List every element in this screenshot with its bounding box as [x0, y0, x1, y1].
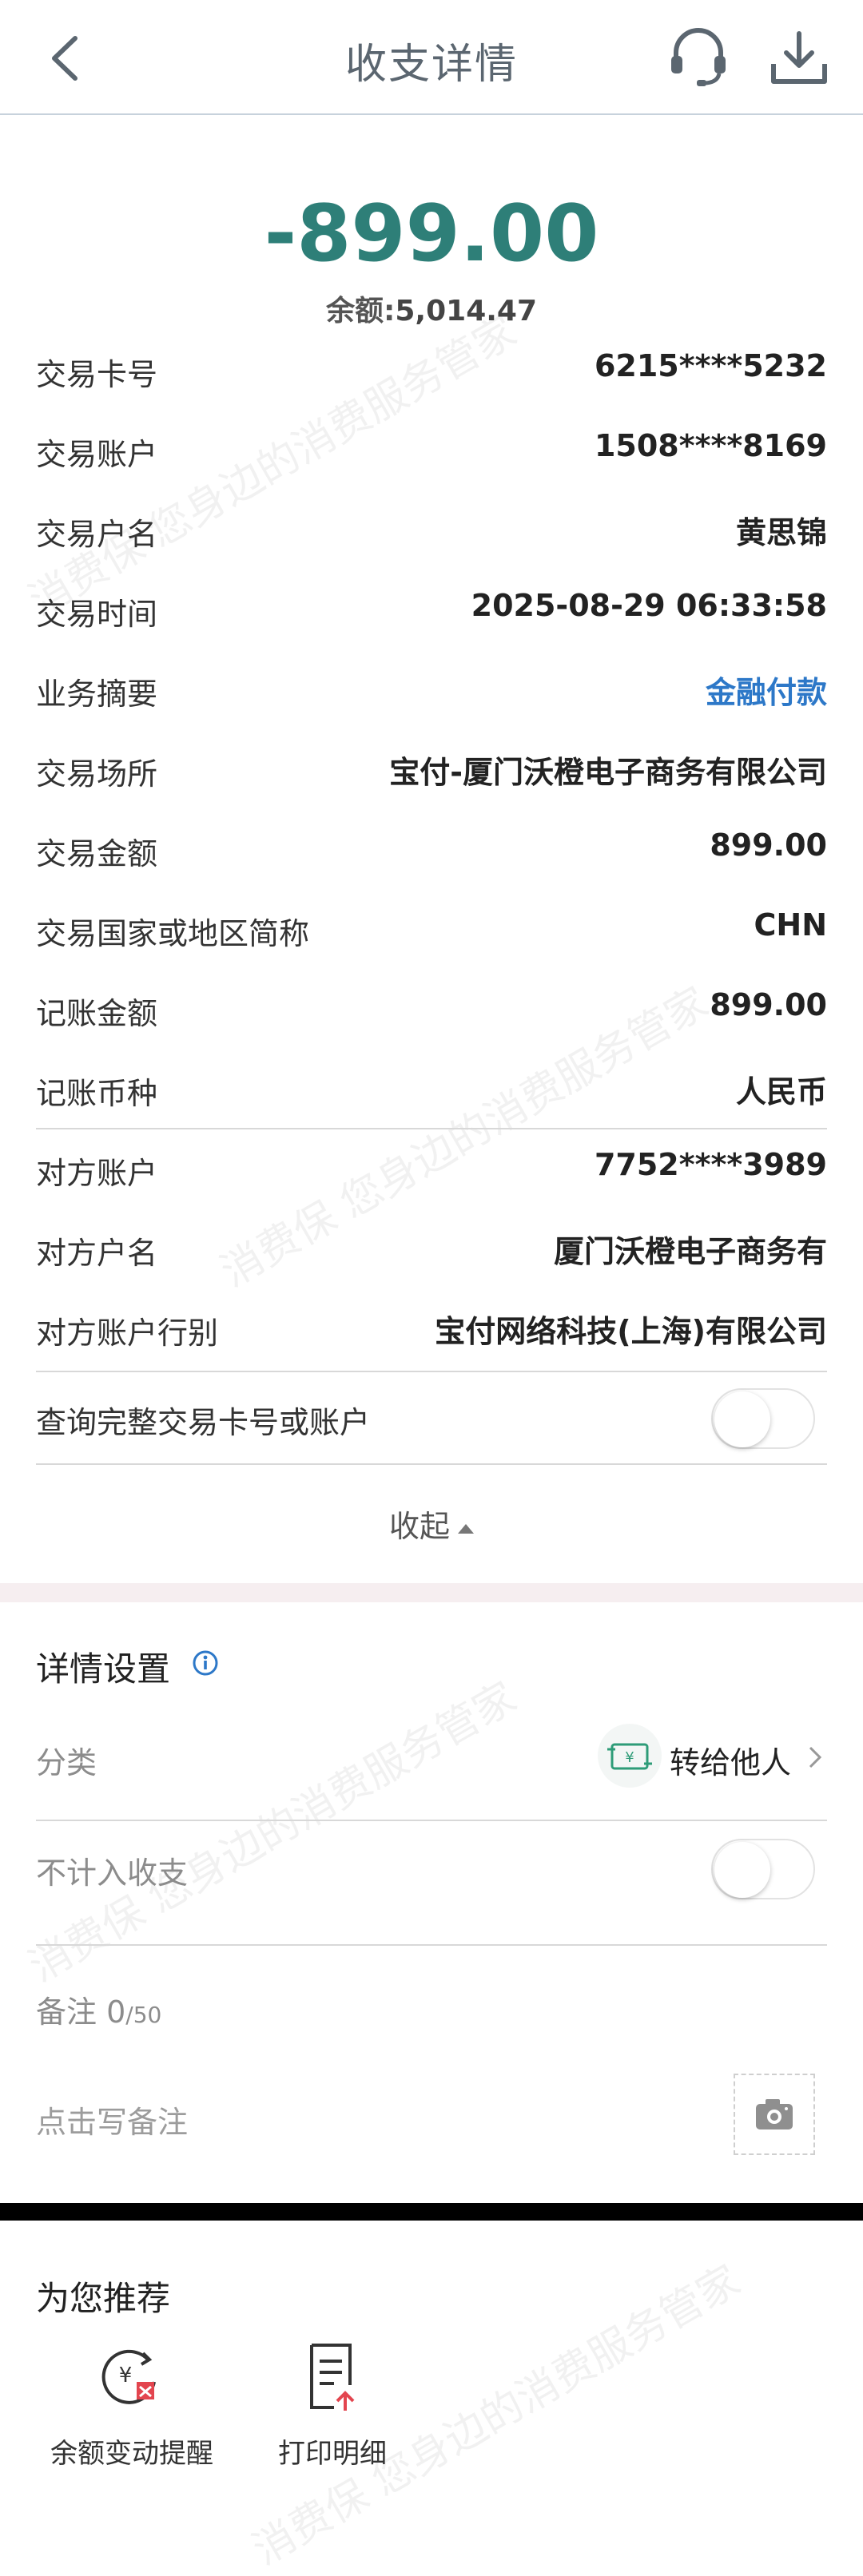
- balance-alert-icon: ¥: [101, 2349, 156, 2404]
- detail-row: 对方账户行别 宝付网络科技(上海)有限公司: [0, 1286, 863, 1366]
- balance-label: 余额:: [325, 295, 396, 327]
- business-summary-link[interactable]: 金融付款: [706, 668, 827, 712]
- print-detail-icon: [310, 2344, 355, 2411]
- detail-label: 业务摘要: [36, 677, 158, 712]
- page-title: 收支详情: [344, 41, 518, 89]
- detail-row: 对方户名 厦门沃橙电子商务有: [0, 1206, 863, 1286]
- section-divider-bar: [0, 2203, 863, 2221]
- detail-label: 交易金额: [36, 836, 158, 871]
- detail-label: 对方户名: [36, 1236, 158, 1271]
- detail-row: 对方账户 7752****3989: [0, 1126, 863, 1206]
- print-detail-shortcut[interactable]: 打印明细: [237, 2339, 428, 2475]
- detail-row: 交易卡号 6215****5232: [0, 327, 863, 407]
- print-detail-label: 打印明细: [278, 2438, 387, 2470]
- exclude-row: 不计入收支: [0, 1823, 863, 1911]
- detail-value: 899.00: [710, 987, 827, 1022]
- exclude-label: 不计入收支: [36, 1856, 189, 1891]
- balance-alert-shortcut[interactable]: ¥ 余额变动提醒: [36, 2339, 228, 2475]
- toggle-knob: [714, 1842, 770, 1898]
- detail-value: 宝付网络科技(上海)有限公司: [435, 1314, 827, 1349]
- full-card-toggle-label: 查询完整交易卡号或账户: [36, 1405, 371, 1440]
- camera-icon: [756, 2099, 793, 2129]
- balance-line: 余额:5,014.47: [0, 288, 863, 329]
- remark-count: 0: [106, 1995, 126, 2030]
- remark-heading: 备注 0/50: [36, 1987, 161, 2031]
- detail-list: 交易卡号 6215****5232 交易账户 1508****8169 交易户名 黄思…: [0, 327, 863, 1366]
- detail-label: 记账金额: [36, 996, 158, 1031]
- detail-row: 交易国家或地区简称 CHN: [0, 887, 863, 966]
- remark-label: 备注: [36, 1995, 97, 2030]
- detail-label: 对方账户行别: [36, 1316, 219, 1351]
- detail-value: 宝付-厦门沃橙电子商务有限公司: [389, 755, 827, 790]
- detail-value: 人民币: [735, 1074, 827, 1109]
- photo-upload-button[interactable]: [734, 2074, 815, 2155]
- collapse-label: 收起: [388, 1509, 450, 1544]
- top-bar: 收支详情: [0, 0, 863, 115]
- detail-label: 交易账户: [36, 437, 158, 472]
- remark-max: /50: [125, 2002, 162, 2028]
- detail-label: 对方账户: [36, 1156, 158, 1191]
- svg-text:¥: ¥: [625, 1749, 634, 1766]
- detail-value: 2025-08-29 06:33:58: [471, 588, 827, 623]
- category-label: 分类: [36, 1745, 97, 1780]
- collapse-button[interactable]: 收起: [0, 1502, 863, 1546]
- detail-value: 厦门沃橙电子商务有: [553, 1234, 827, 1269]
- section-gap: [0, 1583, 863, 1602]
- info-icon[interactable]: [192, 1649, 219, 1677]
- detail-value: 黄思锦: [735, 515, 827, 550]
- detail-value: 899.00: [710, 828, 827, 863]
- divider: [36, 1463, 827, 1465]
- caret-up-icon: [458, 1523, 474, 1534]
- transfer-category-icon: ¥: [598, 1724, 662, 1788]
- settings-title: 详情设置: [36, 1649, 171, 1689]
- download-icon[interactable]: [769, 29, 829, 86]
- detail-row: 交易时间 2025-08-29 06:33:58: [0, 567, 863, 647]
- divider: [36, 1944, 827, 1946]
- exclude-toggle[interactable]: [711, 1839, 815, 1899]
- detail-value: CHN: [754, 907, 828, 943]
- category-value: 转给他人: [670, 1745, 792, 1780]
- detail-label: 交易国家或地区简称: [36, 916, 310, 951]
- detail-row: 交易户名 黄思锦: [0, 487, 863, 567]
- detail-label: 记账币种: [36, 1076, 158, 1111]
- detail-row: 交易账户 1508****8169: [0, 407, 863, 487]
- detail-label: 交易卡号: [36, 357, 158, 392]
- detail-row: 交易场所 宝付-厦门沃橙电子商务有限公司: [0, 727, 863, 807]
- detail-row: 记账金额 899.00: [0, 966, 863, 1046]
- detail-value: 1508****8169: [594, 428, 827, 463]
- full-card-toggle[interactable]: [711, 1388, 815, 1449]
- detail-row: 业务摘要 金融付款: [0, 647, 863, 727]
- detail-label: 交易场所: [36, 756, 158, 792]
- detail-row: 记账币种 人民币: [0, 1046, 863, 1126]
- svg-text:¥: ¥: [119, 2364, 133, 2387]
- divider: [36, 1371, 827, 1372]
- headset-icon[interactable]: [666, 24, 730, 88]
- chevron-right-icon: [809, 1746, 822, 1768]
- remark-input[interactable]: 点击写备注: [36, 2098, 188, 2141]
- detail-value: 7752****3989: [594, 1147, 827, 1182]
- balance-value: 5,014.47: [395, 295, 538, 327]
- divider: [36, 1820, 827, 1821]
- divider: [36, 1128, 827, 1129]
- full-card-toggle-row: 查询完整交易卡号或账户: [0, 1375, 863, 1463]
- transaction-amount: -899.00: [264, 189, 599, 280]
- detail-row: 交易金额 899.00: [0, 807, 863, 887]
- detail-label: 交易时间: [36, 597, 158, 632]
- detail-value: 6215****5232: [594, 348, 827, 383]
- toggle-knob: [714, 1391, 770, 1447]
- recommend-title: 为您推荐: [36, 2279, 171, 2318]
- balance-alert-label: 余额变动提醒: [50, 2438, 213, 2470]
- detail-label: 交易户名: [36, 517, 158, 552]
